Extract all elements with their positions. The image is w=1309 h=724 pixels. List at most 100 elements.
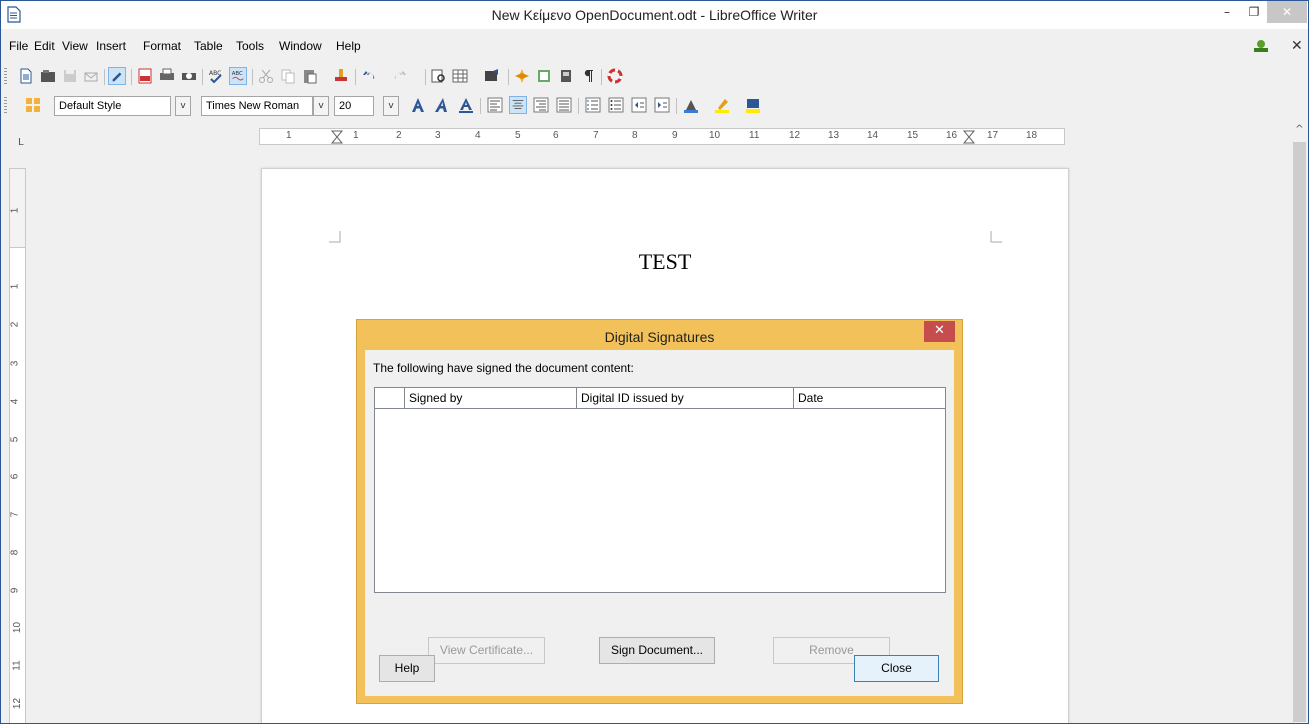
background-color-icon[interactable]	[682, 96, 700, 114]
ruler-number: 4	[475, 130, 481, 141]
edit-mode-icon[interactable]	[108, 67, 126, 85]
toolbar-separator	[578, 98, 579, 114]
font-color-icon[interactable]	[744, 96, 762, 114]
cut-icon[interactable]	[257, 67, 275, 85]
copy-icon[interactable]	[279, 67, 297, 85]
dialog-title: Digital Signatures	[604, 329, 715, 345]
insert-table-icon[interactable]	[451, 67, 469, 85]
styles-icon[interactable]	[24, 96, 42, 114]
align-right-icon[interactable]	[532, 96, 550, 114]
menu-edit[interactable]: Edit	[34, 39, 55, 53]
font-name-combo[interactable]: Times New Roman	[201, 96, 313, 116]
maximize-button[interactable]: ❐	[1239, 1, 1269, 23]
menu-help[interactable]: Help	[336, 39, 361, 53]
vertical-scrollbar[interactable]: ^	[1291, 122, 1308, 723]
paragraph-style-combo[interactable]: Default Style	[54, 96, 171, 116]
highlighting-icon[interactable]	[713, 96, 731, 114]
column-header-icon[interactable]	[375, 388, 405, 408]
gallery-icon[interactable]	[535, 67, 553, 85]
open-icon[interactable]	[39, 67, 57, 85]
left-indent-marker-icon[interactable]	[331, 130, 343, 144]
ruler-number: 5	[9, 436, 21, 443]
ruler-number: 6	[553, 130, 559, 141]
clone-formatting-icon[interactable]	[332, 67, 350, 85]
new-document-icon[interactable]	[17, 67, 35, 85]
list-header: Signed by Digital ID issued by Date	[375, 388, 945, 409]
menu-window[interactable]: Window	[279, 39, 322, 53]
toolbar-handle[interactable]	[4, 97, 7, 115]
column-header-signed-by[interactable]: Signed by	[405, 388, 577, 408]
help-lifebuoy-icon[interactable]	[606, 67, 624, 85]
menu-table[interactable]: Table	[194, 39, 223, 53]
align-left-icon[interactable]	[486, 96, 504, 114]
toolbar-separator	[508, 69, 509, 85]
navigator-icon[interactable]	[513, 67, 531, 85]
menu-view[interactable]: View	[62, 39, 88, 53]
dialog-close-button[interactable]: ✕	[924, 321, 955, 342]
tab-stop-selector[interactable]: L	[18, 137, 24, 148]
numbering-icon[interactable]	[584, 96, 602, 114]
menu-tools[interactable]: Tools	[236, 39, 264, 53]
justify-icon[interactable]	[555, 96, 573, 114]
window-close-button[interactable]: ✕	[1267, 1, 1307, 23]
ruler-number: 2	[396, 130, 402, 141]
sign-document-button[interactable]: Sign Document...	[599, 637, 715, 664]
print-preview-icon[interactable]	[180, 67, 198, 85]
save-icon[interactable]	[61, 67, 79, 85]
spelling-icon[interactable]: ABC	[207, 67, 225, 85]
find-replace-icon[interactable]	[430, 67, 448, 85]
svg-text:ABC: ABC	[232, 71, 243, 77]
extension-update-icon[interactable]	[1252, 39, 1270, 53]
bullets-icon[interactable]	[607, 96, 625, 114]
paragraph-style-dropdown[interactable]: v	[175, 96, 191, 116]
ruler-number: 9	[672, 130, 678, 141]
font-name-dropdown[interactable]: v	[313, 96, 329, 116]
toolbar-separator	[252, 69, 253, 85]
scrollbar-thumb[interactable]	[1293, 142, 1306, 722]
view-certificate-button[interactable]: View Certificate...	[428, 637, 545, 664]
toolbar-separator	[425, 69, 426, 85]
insert-image-icon[interactable]	[483, 67, 501, 85]
font-size-combo[interactable]: 20	[334, 96, 374, 116]
menu-format[interactable]: Format	[143, 39, 181, 53]
close-label: Close	[881, 661, 912, 675]
remove-label: Remove	[809, 643, 854, 657]
redo-icon[interactable]	[391, 67, 409, 85]
increase-indent-icon[interactable]	[653, 96, 671, 114]
ruler-number: 1	[9, 283, 21, 290]
close-button[interactable]: Close	[854, 655, 939, 682]
signatures-label: The following have signed the document c…	[373, 361, 634, 375]
menu-file[interactable]: File	[9, 39, 28, 53]
data-sources-icon[interactable]	[557, 67, 575, 85]
ruler-number: 13	[828, 130, 840, 141]
toolbar-handle[interactable]	[4, 68, 7, 86]
help-label: Help	[394, 661, 420, 675]
dialog-body: The following have signed the document c…	[365, 350, 954, 696]
italic-a-icon[interactable]	[433, 96, 451, 114]
font-size-dropdown[interactable]: v	[383, 96, 399, 116]
decrease-indent-icon[interactable]	[630, 96, 648, 114]
signatures-list[interactable]: Signed by Digital ID issued by Date	[374, 387, 946, 593]
column-header-date[interactable]: Date	[794, 388, 945, 408]
auto-spellcheck-icon[interactable]: ABC	[229, 67, 247, 85]
minimize-button[interactable]: –	[1212, 1, 1242, 23]
toolbar-separator	[480, 98, 481, 114]
export-pdf-icon[interactable]	[136, 67, 154, 85]
formatting-marks-icon[interactable]	[579, 67, 597, 85]
bold-a-icon[interactable]	[409, 96, 427, 114]
print-icon[interactable]	[158, 67, 176, 85]
scroll-up-arrow[interactable]: ^	[1291, 124, 1308, 135]
close-document-button[interactable]: ✕	[1291, 38, 1303, 54]
column-header-issued-by[interactable]: Digital ID issued by	[577, 388, 794, 408]
vertical-ruler[interactable]: 1 1 2 3 4 5 6 7 8 9 10 11 12	[9, 168, 26, 723]
undo-icon[interactable]	[360, 67, 378, 85]
email-icon[interactable]	[82, 67, 100, 85]
underline-a-icon[interactable]	[457, 96, 475, 114]
align-center-icon[interactable]	[509, 96, 527, 114]
help-button[interactable]: Help	[379, 655, 435, 682]
paste-icon[interactable]	[301, 67, 319, 85]
right-indent-marker-icon[interactable]	[963, 130, 975, 144]
horizontal-ruler[interactable]: 1 1 2 3 4 5 6 7 8 9 10 11 12 13 14 15 16…	[259, 128, 1065, 145]
menu-insert[interactable]: Insert	[96, 39, 126, 53]
document-text[interactable]: TEST	[262, 249, 1068, 275]
